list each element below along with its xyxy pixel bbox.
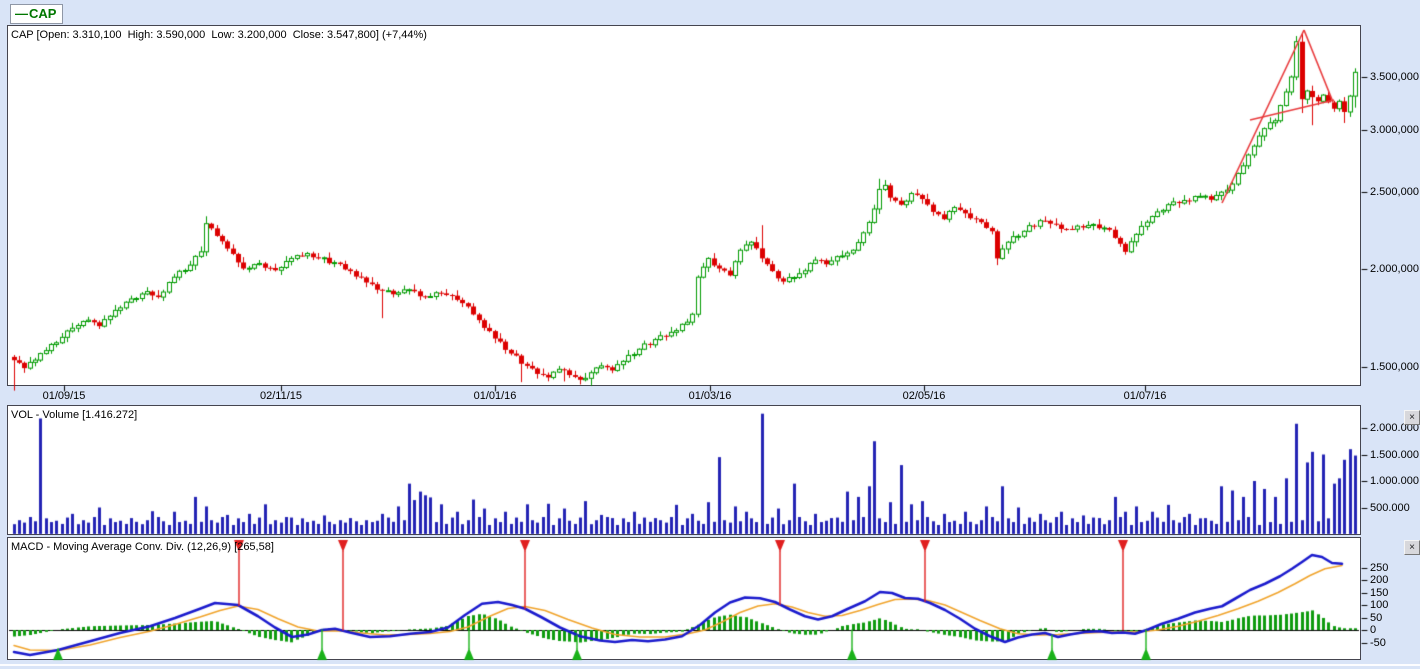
macd-y-tick-label: 50 (1370, 611, 1383, 624)
chart-application: —CAP CAP [Open: 3.310,100 High: 3.590,00… (0, 0, 1420, 669)
volume-panel-header: VOL - Volume [1.416.272] (11, 409, 138, 421)
date-tick-label: 01/01/16 (473, 390, 517, 402)
series-line-swatch: — (15, 6, 28, 21)
date-tick-label: 01/03/16 (688, 390, 732, 402)
date-tick-label: 02/11/15 (259, 390, 302, 402)
chart-canvas[interactable] (0, 0, 1420, 669)
macd-panel-close-button[interactable]: × (1404, 540, 1420, 555)
price-y-tick-label: 2.000,000 (1370, 262, 1419, 275)
volume-y-tick-label: 1.500.000 (1370, 448, 1419, 461)
price-y-tick-label: 3.000,000 (1370, 123, 1419, 136)
symbol-legend-label: CAP (29, 6, 57, 21)
macd-y-tick-label: -50 (1370, 636, 1386, 649)
date-tick-label: 02/05/16 (902, 390, 946, 402)
macd-y-tick-label: 200 (1370, 574, 1389, 586)
macd-y-tick-label: 0 (1370, 624, 1377, 636)
date-tick-label: 01/07/16 (1123, 390, 1167, 402)
volume-y-tick-label: 500.000 (1370, 501, 1410, 514)
date-tick-label: 01/09/15 (42, 390, 86, 402)
volume-y-tick-label: 1.000.000 (1370, 475, 1419, 487)
close-icon: × (1409, 541, 1415, 553)
price-panel-header: CAP [Open: 3.310,100 High: 3.590,000 Low… (11, 29, 427, 41)
price-y-tick-label: 3.500,000 (1370, 71, 1419, 83)
price-y-tick-label: 2.500,000 (1370, 186, 1419, 199)
macd-panel-header: MACD - Moving Average Conv. Div. (12,26,… (11, 541, 274, 553)
price-y-tick-label: 1.500,000 (1370, 361, 1419, 373)
macd-y-tick-label: 100 (1370, 599, 1389, 611)
macd-y-tick-label: 250 (1370, 561, 1389, 574)
macd-y-tick-label: 150 (1370, 586, 1389, 599)
volume-panel-close-button[interactable]: × (1404, 410, 1420, 425)
symbol-legend[interactable]: —CAP (10, 4, 64, 24)
close-icon: × (1409, 411, 1415, 423)
